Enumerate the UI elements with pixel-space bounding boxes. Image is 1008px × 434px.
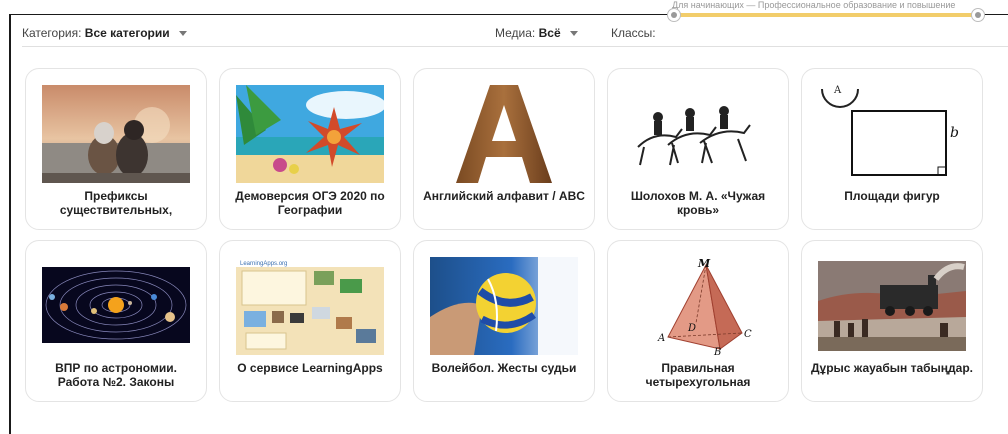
card-title: Дұрыс жауабын табыңдар.	[811, 361, 973, 375]
chevron-down-icon[interactable]	[569, 31, 578, 36]
media-value[interactable]: Всё	[539, 26, 561, 40]
la-header-text: LearningApps.org	[240, 261, 287, 267]
card-title: Шолохов М. А. «Чужая кровь»	[630, 189, 766, 217]
pyr-label-c: C	[744, 329, 752, 340]
card-thumbnail	[430, 85, 578, 183]
filter-bar: Категория: Все категории Медиа: Всё Клас…	[22, 18, 1008, 47]
card-thumbnail	[236, 85, 384, 183]
app-card[interactable]: LearningApps.org О сервисе LearningApps	[219, 240, 401, 402]
card-thumbnail: A b	[818, 85, 966, 183]
category-label: Категория:	[22, 26, 82, 40]
card-thumbnail	[624, 85, 772, 183]
card-thumbnail	[430, 257, 578, 355]
slider-max-handle[interactable]	[971, 8, 985, 22]
card-title: ВПР по астрономии. Работа №2. Законы	[55, 361, 177, 389]
category-value[interactable]: Все категории	[85, 26, 170, 40]
pyr-label-b: B	[713, 347, 721, 355]
card-title: Правильная четырехугольная	[645, 361, 751, 389]
pyr-label-a: A	[657, 333, 665, 344]
app-card[interactable]: Префиксы существительных,	[25, 68, 207, 230]
app-card[interactable]: ВПР по астрономии. Работа №2. Законы	[25, 240, 207, 402]
card-title: Площади фигур	[844, 189, 940, 203]
classes-label: Классы:	[611, 26, 656, 40]
app-card[interactable]: Английский алфавит / ABC	[413, 68, 595, 230]
app-card[interactable]: Демоверсия ОГЭ 2020 по Географии	[219, 68, 401, 230]
media-filter[interactable]: Медиа: Всё	[495, 26, 578, 40]
card-thumbnail: LearningApps.org	[236, 257, 384, 355]
rect-label-a: A	[833, 85, 842, 96]
app-card[interactable]: Шолохов М. А. «Чужая кровь»	[607, 68, 789, 230]
card-thumbnail	[42, 85, 190, 183]
app-card[interactable]: M A B C D Правильная четырехугольная	[607, 240, 789, 402]
card-title: Волейбол. Жесты судьи	[431, 361, 577, 375]
slider-min-handle[interactable]	[667, 8, 681, 22]
chevron-down-icon[interactable]	[178, 31, 187, 36]
rect-label-b: b	[950, 125, 959, 141]
card-title: Английский алфавит / ABC	[423, 189, 585, 203]
slider-track	[675, 13, 977, 17]
card-title: О сервисе LearningApps	[237, 361, 383, 375]
window-frame-left	[9, 14, 11, 434]
pyr-label-d: D	[687, 323, 696, 334]
card-title: Демоверсия ОГЭ 2020 по Географии	[235, 189, 385, 217]
app-card[interactable]: Дұрыс жауабын табыңдар.	[801, 240, 983, 402]
card-thumbnail	[818, 257, 966, 355]
classes-range-slider[interactable]	[667, 8, 985, 22]
media-label: Медиа:	[495, 26, 536, 40]
pyr-label-m: M	[697, 257, 711, 270]
app-card[interactable]: A b Площади фигур	[801, 68, 983, 230]
card-thumbnail	[42, 257, 190, 355]
card-title: Префиксы существительных,	[59, 189, 173, 217]
app-card[interactable]: Волейбол. Жесты судьи	[413, 240, 595, 402]
card-thumbnail: M A B C D	[624, 257, 772, 355]
category-filter[interactable]: Категория: Все категории	[22, 26, 187, 40]
